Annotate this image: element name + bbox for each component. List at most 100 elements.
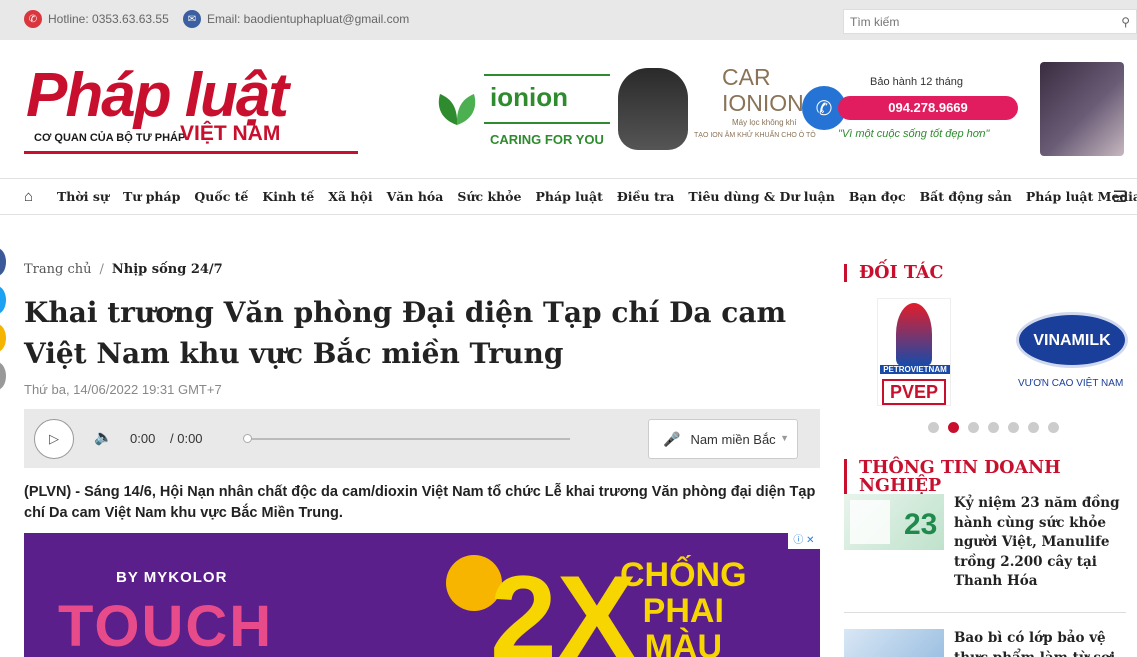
voice-select[interactable]: 🎤 Nam miền Bắc ▼ [648,419,798,459]
breadcrumb: Trang chủ / Nhịp sống 24/7 [24,262,223,277]
business-news-item[interactable]: 23 Kỷ niệm 23 năm đồng hành cùng sức khỏ… [844,494,1137,594]
nav-item[interactable]: Kinh tế [262,189,314,204]
logo-tagline: CƠ QUAN CỦA BỘ TƯ PHÁP [34,132,186,144]
news-thumbnail[interactable]: 23 [844,494,944,550]
business-heading: THÔNG TIN DOANH NGHIỆP [844,459,1137,495]
email-text: Email: baodientuphapluat@gmail.com [207,12,410,26]
voice-select-value: Nam miền Bắc [690,431,776,447]
partner-vinamilk-logo[interactable]: VINAMILK VƯƠN CAO VIỆT NAM [1014,312,1130,392]
news-title[interactable]: Bao bì có lớp bảo vệ thực phẩm làm từ sợ… [954,629,1134,657]
news-title[interactable]: Kỷ niệm 23 năm đồng hành cùng sức khỏe n… [954,494,1134,592]
hotline[interactable]: ✆ Hotline: 0353.63.63.55 [24,10,169,28]
carousel-dot[interactable] [1048,422,1059,433]
banner-rule-top [484,74,610,76]
carousel-dot[interactable] [988,422,999,433]
banner-brand: ionion [490,82,568,112]
microphone-icon: 🎤 [663,430,681,447]
business-news-item[interactable]: Bao bì có lớp bảo vệ thực phẩm làm từ sợ… [844,629,1137,657]
banner-person-photo [1040,62,1124,156]
article-date: Thứ ba, 14/06/2022 19:31 GMT+7 [24,382,222,397]
email[interactable]: ✉ Email: baodientuphapluat@gmail.com [183,10,409,28]
carousel-dot[interactable] [1008,422,1019,433]
search-box: ⚲ [843,9,1137,34]
search-icon[interactable]: ⚲ [1121,15,1130,29]
phone-icon: ✆ [24,10,42,28]
ad-product: TOUCH [58,594,274,657]
news-divider [844,612,1126,613]
carousel-dot[interactable] [1028,422,1039,433]
banner-quote: "Vì một cuộc sống tốt đẹp hơn" [838,128,990,140]
product-name-line2: IONION [722,90,804,116]
news-thumbnail[interactable] [844,629,944,657]
audio-player: ▷ 🔈 0:00 / 0:00 🎤 Nam miền Bắc ▼ [24,409,820,468]
mail-icon: ✉ [183,10,201,28]
menu-icon[interactable]: ☰ [1113,187,1127,207]
main-nav: ⌂ Thời sự Tư pháp Quốc tế Kinh tế Xã hội… [0,178,1137,215]
search-input[interactable] [844,10,1104,33]
partner-pvep-logo[interactable]: PETROVIETNAM PVEP [877,298,951,406]
ad-headline: CHỐNG PHAI MÀU [620,557,747,657]
facebook-share-icon[interactable] [0,248,6,276]
banner-slogan: CARING FOR YOU [490,132,604,147]
breadcrumb-current[interactable]: Nhịp sống 24/7 [112,262,223,277]
header-banner-ad[interactable]: ionion CARING FOR YOU CAR IONION Máy lọc… [428,62,1128,156]
logo-underline [24,151,358,154]
product-name-line1: CAR [722,64,771,90]
nav-item[interactable]: Bất động sản [920,189,1012,204]
banner-phone: 094.278.9669 [838,96,1018,120]
pvep-flame-icon [896,303,932,365]
audio-current-time: 0:00 [130,431,156,446]
svg-text:23: 23 [904,508,937,541]
ad-headline-line3: MÀU [644,628,722,657]
nav-item[interactable]: Xã hội [328,189,372,204]
ad-headline-line1: CHỐNG [620,556,747,594]
partners-heading: ĐỐI TÁC [844,264,943,282]
nav-item[interactable]: Văn hóa [387,189,444,204]
audio-progress-handle[interactable] [243,434,252,443]
copy-link-share-icon[interactable] [0,362,6,390]
logo-country: VIỆT NAM [180,122,281,145]
vinamilk-slogan: VƯƠN CAO VIỆT NAM [1018,378,1124,389]
ad-by-brand: BY MYKOLOR [116,569,228,586]
volume-icon[interactable]: 🔈 [94,428,113,446]
carousel-dot[interactable] [928,422,939,433]
pvep-name: PVEP [882,379,946,405]
product-sub: Máy lọc không khí [732,118,797,127]
carousel-dot-active[interactable] [948,422,959,433]
nav-item[interactable]: Điều tra [617,189,675,204]
product-image [618,68,688,150]
nav-item[interactable]: Pháp luật [535,189,602,204]
carousel-dots [928,422,1068,433]
nav-item[interactable]: Quốc tế [194,189,248,204]
nav-item[interactable]: Tiêu dùng & Dư luận [688,189,834,204]
banner-rule-bottom [484,122,610,124]
manulife-23-graphic-icon: 23 [850,500,937,544]
play-button[interactable]: ▷ [34,419,74,459]
audio-duration: / 0:00 [170,431,203,446]
nav-menu: Thời sự Tư pháp Quốc tế Kinh tế Xã hội V… [57,189,1137,204]
logo-wordmark: Pháp luật [26,61,289,130]
ad-headline-line2: PHAI [642,592,724,630]
top-bar: ✆ Hotline: 0353.63.63.55 ✉ Email: baodie… [0,0,1137,40]
breadcrumb-home[interactable]: Trang chủ [24,262,92,277]
product-sub2: TẠO ION ÂM KHỬ KHUẨN CHO Ô TÔ [694,132,816,139]
banner-warranty: Bảo hành 12 tháng [870,76,963,88]
site-logo[interactable]: Pháp luật CƠ QUAN CỦA BỘ TƯ PHÁP VIỆT NA… [24,61,359,156]
ad-big-text: 2X [490,551,637,657]
pvep-top-text: PETROVIETNAM [880,365,950,374]
article-title: Khai trương Văn phòng Đại diện Tạp chí D… [24,296,787,370]
article-lead: (PLVN) - Sáng 14/6, Hội Nạn nhân chất độ… [24,484,816,521]
nav-item[interactable]: Tư pháp [123,189,180,204]
product-name: CAR IONION [722,64,804,116]
nav-item[interactable]: Bạn đọc [849,189,906,204]
carousel-dot[interactable] [968,422,979,433]
leaf-logo-icon [438,94,476,125]
bookmark-share-icon[interactable] [0,324,6,352]
home-icon[interactable]: ⌂ [24,188,33,205]
audio-progress-bar[interactable] [246,438,570,440]
article-ad[interactable]: BY MYKOLOR TOUCH 2X CHỐNG PHAI MÀU ⓘ ✕ [24,533,820,657]
twitter-share-icon[interactable] [0,286,6,314]
nav-item[interactable]: Thời sự [57,189,109,204]
ad-choices-icon[interactable]: ⓘ ✕ [788,533,820,549]
nav-item[interactable]: Sức khỏe [457,189,521,204]
